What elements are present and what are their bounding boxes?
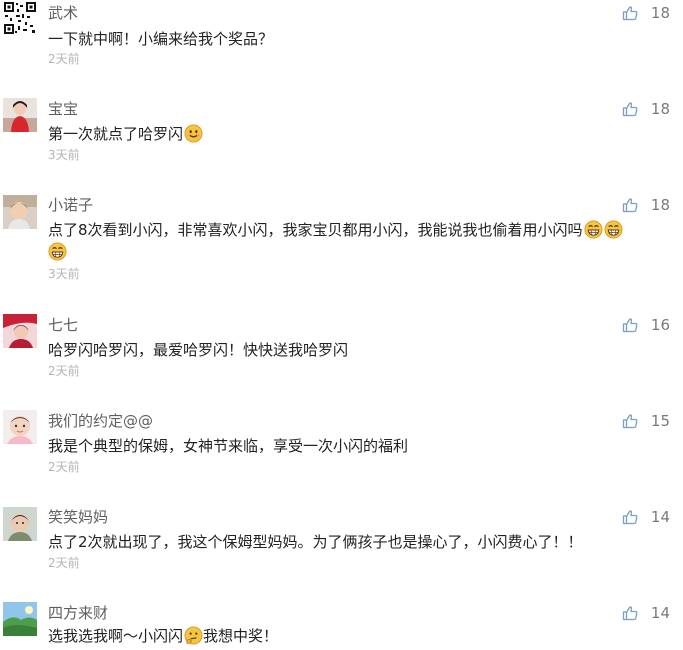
like-count: 18: [650, 4, 670, 22]
thumbs-up-icon: [622, 605, 638, 621]
avatar[interactable]: [3, 410, 37, 444]
comment-text-tail: 我想中奖！: [203, 627, 279, 645]
comment-text-content: 选我选我啊～小闪闪: [48, 627, 184, 645]
comment-author[interactable]: 宝宝: [48, 100, 78, 118]
comment-time: 2天前: [48, 52, 80, 66]
comment-time: 3天前: [48, 267, 80, 281]
grin-emoji: [48, 242, 67, 261]
avatar[interactable]: [3, 602, 37, 636]
like-button[interactable]: 18: [622, 3, 670, 23]
thumbs-up-icon: [622, 101, 638, 117]
comment-text: 点了2次就出现了，我这个保姆型妈妈。为了俩孩子也是操心了，小闪费心了！！: [48, 533, 583, 551]
avatar[interactable]: [3, 195, 37, 229]
comment-author[interactable]: 小诺子: [48, 196, 93, 214]
like-button[interactable]: 18: [622, 195, 670, 215]
comment-text: 我是个典型的保姆，女神节来临，享受一次小闪的福利: [48, 437, 409, 455]
like-button[interactable]: 18: [622, 99, 670, 119]
comment-text: 一下就中啊！小编来给我个奖品？: [48, 30, 274, 48]
thumbs-up-icon: [622, 5, 638, 21]
like-button[interactable]: 14: [622, 507, 670, 527]
like-button[interactable]: 15: [622, 411, 670, 431]
thumbs-up-icon: [622, 317, 638, 333]
grin-emoji: [604, 220, 623, 239]
comment-text: 第一次就点了哈罗闪: [48, 123, 668, 145]
like-button[interactable]: 14: [622, 603, 670, 623]
like-button[interactable]: 16: [622, 315, 670, 335]
like-count: 14: [650, 508, 670, 526]
like-count: 15: [650, 412, 670, 430]
comment-text-content: 点了8次看到小闪，非常喜欢小闪，我家宝贝都用小闪，我能说我也偷着用小闪吗: [48, 221, 583, 239]
comment-time: 2天前: [48, 460, 80, 474]
thinking-emoji: [184, 626, 203, 645]
avatar[interactable]: [3, 507, 37, 541]
thumbs-up-icon: [622, 197, 638, 213]
like-count: 14: [650, 604, 670, 622]
avatar[interactable]: [3, 98, 37, 132]
comment-author[interactable]: 笑笑妈妈: [48, 508, 108, 526]
comment-text-content: 第一次就点了哈罗闪: [48, 125, 184, 143]
comment-text: 哈罗闪哈罗闪，最爱哈罗闪！快快送我哈罗闪: [48, 341, 349, 359]
thumbs-up-icon: [622, 509, 638, 525]
like-count: 16: [650, 316, 670, 334]
grin-emoji: [584, 220, 603, 239]
smile-emoji: [184, 124, 203, 143]
comment-author[interactable]: 武术: [48, 4, 78, 22]
comment-author[interactable]: 四方来财: [48, 604, 108, 622]
comment-text: 点了8次看到小闪，非常喜欢小闪，我家宝贝都用小闪，我能说我也偷着用小闪吗: [48, 219, 668, 263]
comment-time: 2天前: [48, 364, 80, 378]
comment-author[interactable]: 我们的约定@@: [48, 412, 153, 430]
comment-time: 3天前: [48, 148, 80, 162]
like-count: 18: [650, 196, 670, 214]
like-count: 18: [650, 100, 670, 118]
thumbs-up-icon: [622, 413, 638, 429]
comment-author[interactable]: 七七: [48, 316, 78, 334]
avatar[interactable]: [3, 1, 37, 35]
comment-time: 2天前: [48, 556, 80, 570]
avatar[interactable]: [3, 314, 37, 348]
comment-text: 选我选我啊～小闪闪 我想中奖！: [48, 625, 668, 647]
